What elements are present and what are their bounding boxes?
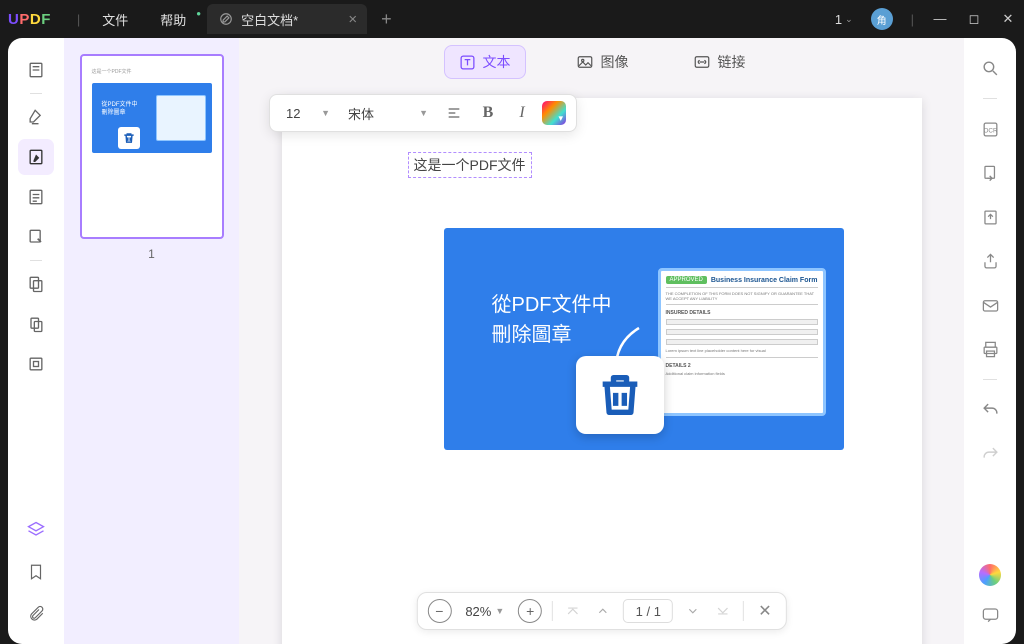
canvas-area: 文本 图像 链接 12▼ 宋体▼ B I ▾ 这是一个PDF文件: [239, 38, 964, 644]
save-button[interactable]: [974, 201, 1006, 233]
layers-button[interactable]: [18, 512, 54, 548]
zoom-out-button[interactable]: −: [427, 599, 451, 623]
link-icon: [693, 53, 711, 71]
tool-reader[interactable]: [18, 52, 54, 88]
close-nav-button[interactable]: ✕: [754, 601, 775, 621]
thumbnail-panel: 这是一个PDF文件 從PDF文件中刪除圖章 1: [64, 38, 239, 644]
image-icon: [576, 53, 594, 71]
attachment-button[interactable]: [18, 596, 54, 632]
maximize-button[interactable]: ◻: [966, 11, 982, 27]
theme-color-button[interactable]: [979, 564, 1001, 586]
bold-button[interactable]: B: [474, 99, 502, 127]
last-page-button[interactable]: [713, 604, 733, 618]
mode-link-button[interactable]: 链接: [679, 46, 760, 78]
minimize-button[interactable]: —: [932, 11, 948, 27]
zoom-in-button[interactable]: +: [518, 599, 542, 623]
email-button[interactable]: [974, 289, 1006, 321]
search-button[interactable]: [974, 52, 1006, 84]
italic-button[interactable]: I: [508, 99, 536, 127]
right-toolbar: OCR: [964, 38, 1016, 644]
tool-compress[interactable]: [18, 346, 54, 382]
page-canvas[interactable]: 这是一个PDF文件 從PDF文件中刪除圖章 APPROVEDBusiness I…: [239, 86, 964, 644]
chat-button[interactable]: [974, 598, 1006, 630]
zoom-level[interactable]: 82%▼: [461, 604, 508, 619]
menu-file[interactable]: 文件: [86, 6, 144, 33]
new-tab-button[interactable]: +: [373, 9, 400, 30]
print-button[interactable]: [974, 333, 1006, 365]
image-caption: 從PDF文件中刪除圖章: [492, 290, 612, 350]
bookmark-button[interactable]: [18, 554, 54, 590]
tool-page-edit[interactable]: [18, 219, 54, 255]
next-page-button[interactable]: [683, 604, 703, 618]
trash-icon: [594, 369, 646, 421]
avatar[interactable]: 角: [871, 8, 893, 30]
embedded-image[interactable]: 從PDF文件中刪除圖章 APPROVEDBusiness Insurance C…: [444, 228, 844, 450]
mode-text-button[interactable]: 文本: [444, 45, 526, 79]
tool-form[interactable]: [18, 179, 54, 215]
titlebar: UPDF | 文件 帮助 ● 空白文档* × + 1⌄ 角 | — ◻ ✕: [0, 0, 1024, 38]
document-tab[interactable]: 空白文档* ×: [207, 4, 367, 34]
left-toolbar: [8, 38, 64, 644]
page[interactable]: 这是一个PDF文件 從PDF文件中刪除圖章 APPROVEDBusiness I…: [282, 98, 922, 644]
edit-mode-toolbar: 文本 图像 链接: [239, 38, 964, 86]
prev-page-button[interactable]: [593, 604, 613, 618]
svg-text:OCR: OCR: [983, 127, 997, 134]
main-frame: 这是一个PDF文件 從PDF文件中刪除圖章 1 文本 图像 链接: [8, 38, 1016, 644]
page-number-input[interactable]: 1 / 1: [623, 599, 673, 623]
mode-image-button[interactable]: 图像: [562, 46, 643, 78]
align-button[interactable]: [440, 99, 468, 127]
bottom-navigation-bar: − 82%▼ + 1 / 1 ✕: [416, 592, 786, 630]
close-button[interactable]: ✕: [1000, 11, 1016, 27]
app-logo: UPDF: [8, 11, 51, 28]
undo-button[interactable]: [974, 394, 1006, 426]
text-format-bar: 12▼ 宋体▼ B I ▾: [269, 94, 577, 132]
tab-count[interactable]: 1⌄: [835, 12, 853, 27]
thumb-text-preview: 这是一个PDF文件: [92, 70, 212, 75]
thumbnail-page-number: 1: [148, 247, 155, 261]
convert-button[interactable]: [974, 157, 1006, 189]
text-color-button[interactable]: ▾: [542, 101, 566, 125]
tool-highlight[interactable]: [18, 99, 54, 135]
form-mockup: APPROVEDBusiness Insurance Claim Form TH…: [658, 268, 826, 416]
redo-button[interactable]: [974, 438, 1006, 470]
tool-organize[interactable]: [18, 266, 54, 302]
menu-help[interactable]: 帮助: [144, 6, 202, 33]
selected-text-box[interactable]: 这是一个PDF文件: [408, 152, 532, 178]
page-thumbnail[interactable]: 这是一个PDF文件 從PDF文件中刪除圖章: [80, 54, 224, 239]
ocr-button[interactable]: OCR: [974, 113, 1006, 145]
tool-edit[interactable]: [18, 139, 54, 175]
font-family-select[interactable]: 宋体▼: [342, 104, 434, 123]
share-button[interactable]: [974, 245, 1006, 277]
tab-title: 空白文档*: [241, 10, 298, 29]
first-page-button[interactable]: [563, 604, 583, 618]
tool-crop[interactable]: [18, 306, 54, 342]
tab-close-icon[interactable]: ×: [348, 11, 357, 28]
text-icon: [459, 54, 476, 71]
pencil-icon: [219, 12, 233, 26]
trash-card: [576, 356, 664, 434]
font-size-select[interactable]: 12▼: [280, 106, 336, 121]
